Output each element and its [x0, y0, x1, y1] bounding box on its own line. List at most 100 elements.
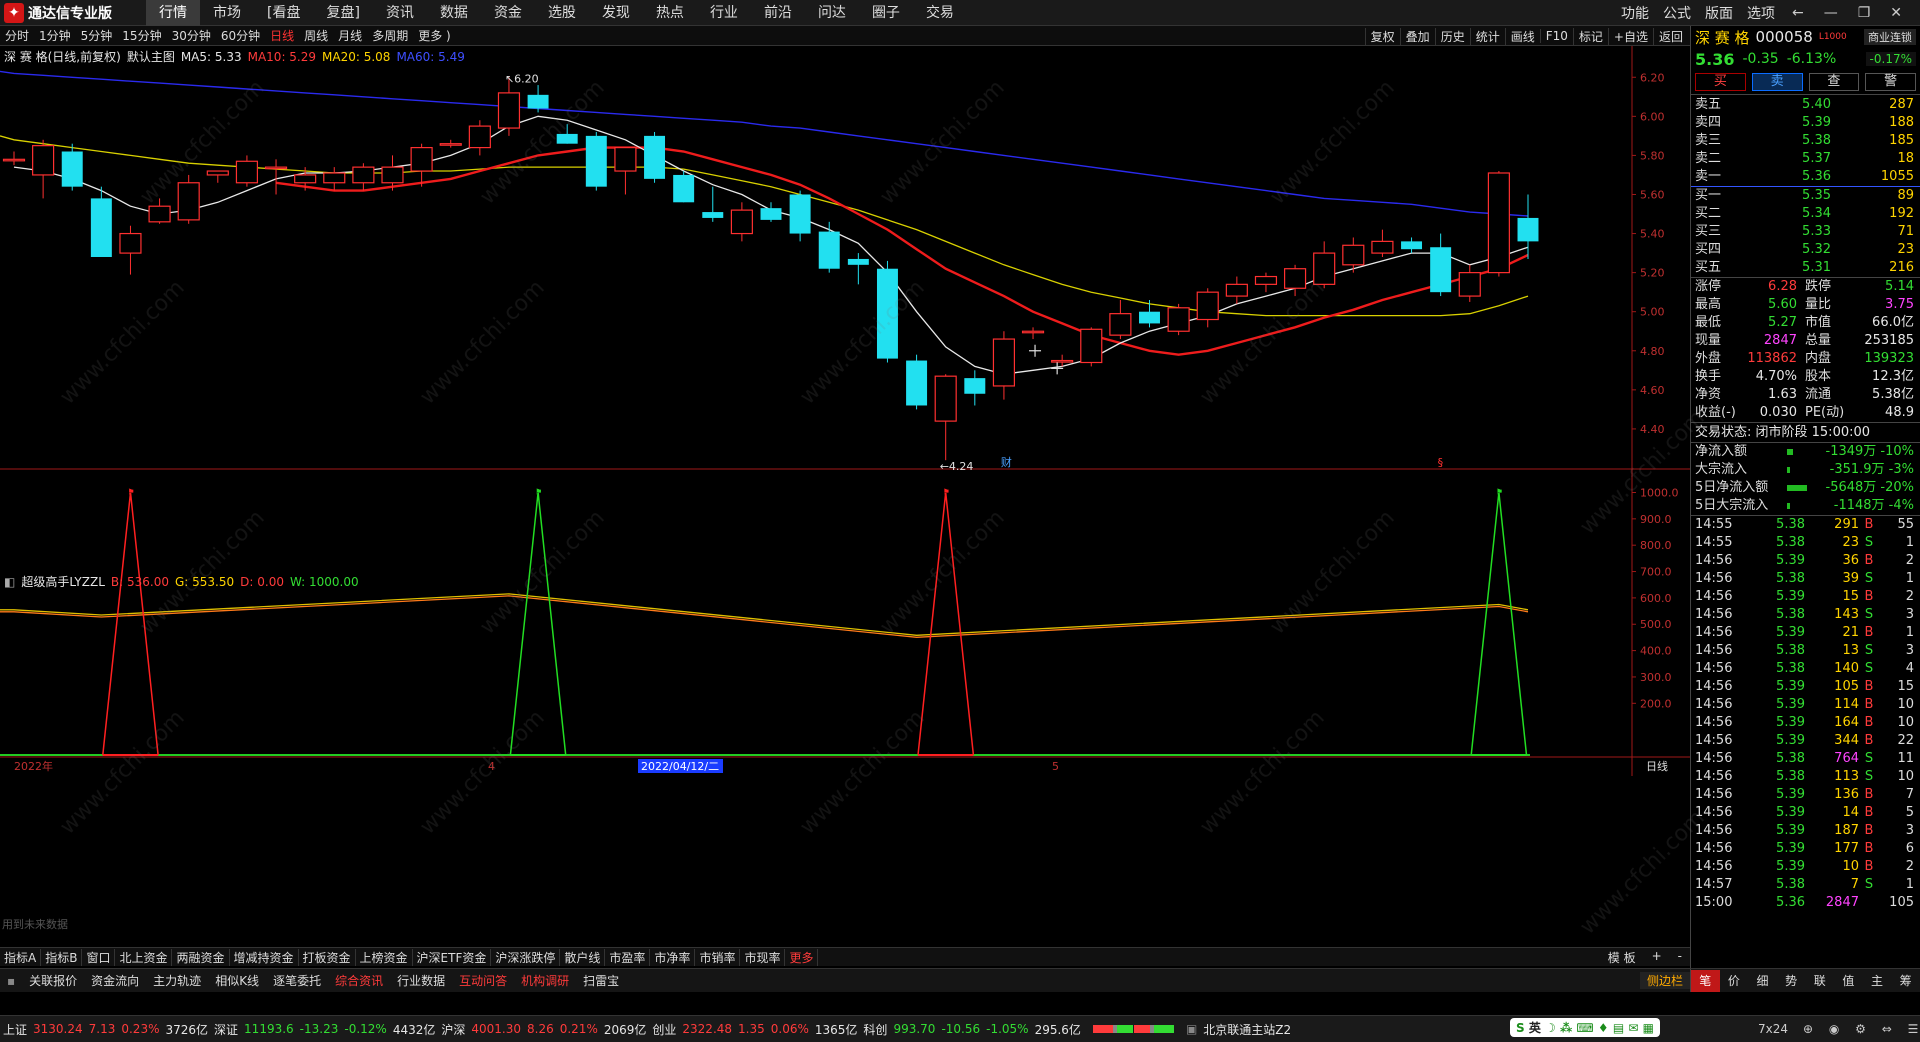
- period-tab-9[interactable]: 多周期: [367, 27, 413, 44]
- panel-toggle-icon[interactable]: ▪: [0, 974, 22, 988]
- indicator-tab-13[interactable]: 市销率: [695, 948, 741, 966]
- period-tab-6[interactable]: 日线: [265, 27, 299, 44]
- menu-item-13[interactable]: 圈子: [859, 0, 913, 26]
- buy-button[interactable]: 买: [1695, 73, 1746, 91]
- quote-tab-1[interactable]: 价: [1720, 970, 1749, 992]
- indicator-tool-1[interactable]: +: [1644, 949, 1670, 966]
- indicator-tab-12[interactable]: 市净率: [650, 948, 696, 966]
- ask-row[interactable]: 卖一 5.36 1055: [1691, 168, 1920, 186]
- info-tab-9[interactable]: 扫雷宝: [576, 972, 626, 989]
- info-tab-3[interactable]: 相似K线: [208, 972, 266, 989]
- info-tab-1[interactable]: 资金流向: [84, 972, 146, 989]
- sector-badge[interactable]: 商业连锁: [1864, 29, 1916, 45]
- kc-label[interactable]: 科创: [860, 1021, 890, 1038]
- menu-item-10[interactable]: 行业: [697, 0, 751, 26]
- period-tab-7[interactable]: 周线: [299, 27, 333, 44]
- info-tab-5[interactable]: 综合资讯: [328, 972, 390, 989]
- chart-tool-1[interactable]: 叠加: [1399, 27, 1435, 45]
- menu-item-7[interactable]: 选股: [535, 0, 589, 26]
- bid-row[interactable]: 买四 5.32 23: [1691, 241, 1920, 259]
- quote-tab-7[interactable]: 筹: [1891, 970, 1920, 992]
- quote-tab-5[interactable]: 值: [1834, 970, 1863, 992]
- quote-tab-4[interactable]: 联: [1806, 970, 1835, 992]
- indicator-tab-11[interactable]: 市盈率: [605, 948, 651, 966]
- bid-row[interactable]: 买二 5.34 192: [1691, 205, 1920, 223]
- alert-button[interactable]: 警: [1865, 73, 1916, 91]
- menu-item-1[interactable]: 市场: [200, 0, 254, 26]
- info-tab-0[interactable]: 关联报价: [22, 972, 84, 989]
- flow-row[interactable]: 净流入额 -1349万 -10%: [1691, 443, 1920, 461]
- indicator-tab-1[interactable]: 指标B: [41, 948, 83, 966]
- ask-row[interactable]: 卖三 5.38 185: [1691, 132, 1920, 150]
- indicator-tab-15[interactable]: 更多: [785, 948, 819, 966]
- flow-row[interactable]: 大宗流入 -351.9万 -3%: [1691, 461, 1920, 479]
- chart-tool-0[interactable]: 复权: [1364, 27, 1400, 45]
- indicator-tab-3[interactable]: 北上资金: [115, 948, 173, 966]
- sell-button[interactable]: 卖: [1751, 73, 1803, 91]
- bid-row[interactable]: 买三 5.33 71: [1691, 223, 1920, 241]
- chart-tool-7[interactable]: +自选: [1607, 27, 1653, 45]
- indicator-tool-2[interactable]: -: [1670, 949, 1690, 966]
- sidebar-toggle[interactable]: 侧边栏: [1639, 972, 1690, 989]
- ask-row[interactable]: 卖五 5.40 287: [1691, 96, 1920, 114]
- bid-row[interactable]: 买五 5.31 216: [1691, 259, 1920, 277]
- query-button[interactable]: 查: [1808, 73, 1860, 91]
- period-tab-0[interactable]: 分时: [0, 27, 34, 44]
- sh-label[interactable]: 上证: [0, 1021, 30, 1038]
- indicator-tool-0[interactable]: 模 板: [1600, 949, 1644, 966]
- menu-item-9[interactable]: 热点: [643, 0, 697, 26]
- menu-layout[interactable]: 版面: [1698, 3, 1740, 23]
- quote-tab-2[interactable]: 细: [1748, 970, 1777, 992]
- chart-tool-2[interactable]: 历史: [1434, 27, 1470, 45]
- menu-formula[interactable]: 公式: [1656, 3, 1698, 23]
- indicator-tab-6[interactable]: 打板资金: [299, 948, 356, 966]
- info-tab-8[interactable]: 机构调研: [514, 972, 576, 989]
- restore-icon[interactable]: ❐: [1848, 5, 1881, 21]
- indicator-tab-0[interactable]: 指标A: [0, 948, 42, 966]
- period-tab-1[interactable]: 1分钟: [34, 27, 76, 44]
- menu-item-6[interactable]: 资金: [481, 0, 535, 26]
- indicator-tab-9[interactable]: 沪深涨跌停: [491, 948, 561, 966]
- indicator-tab-5[interactable]: 增减持资金: [230, 948, 299, 966]
- indicator-tab-8[interactable]: 沪深ETF资金: [413, 948, 492, 966]
- ask-row[interactable]: 卖二 5.37 18: [1691, 150, 1920, 168]
- flow-row[interactable]: 5日净流入额 -5648万 -20%: [1691, 479, 1920, 497]
- ask-row[interactable]: 卖四 5.39 188: [1691, 114, 1920, 132]
- menu-item-5[interactable]: 数据: [427, 0, 481, 26]
- indicator-tab-7[interactable]: 上榜资金: [356, 948, 413, 966]
- bid-row[interactable]: 买一 5.35 89: [1691, 187, 1920, 205]
- quote-tab-6[interactable]: 主: [1863, 970, 1892, 992]
- period-tab-4[interactable]: 30分钟: [167, 27, 216, 44]
- cy-label[interactable]: 创业: [649, 1021, 679, 1038]
- indicator-tab-2[interactable]: 窗口: [82, 948, 116, 966]
- period-tab-2[interactable]: 5分钟: [76, 27, 118, 44]
- menu-item-3[interactable]: 复盘]: [313, 0, 372, 26]
- chart-tool-5[interactable]: F10: [1539, 29, 1573, 43]
- info-tab-2[interactable]: 主力轨迹: [146, 972, 208, 989]
- news-clock[interactable]: 7x24: [1755, 1022, 1791, 1036]
- chart-tool-3[interactable]: 统计: [1469, 27, 1505, 45]
- minimize-icon[interactable]: —: [1814, 5, 1848, 21]
- menu-function[interactable]: 功能: [1614, 3, 1656, 23]
- period-tab-8[interactable]: 月线: [333, 27, 367, 44]
- menu-item-8[interactable]: 发现: [589, 0, 643, 26]
- period-tab-10[interactable]: 更多 ): [413, 27, 456, 44]
- indicator-tab-10[interactable]: 散户线: [560, 948, 606, 966]
- menu-options[interactable]: 选项: [1740, 3, 1782, 23]
- info-tab-4[interactable]: 逐笔委托: [266, 972, 328, 989]
- quote-tab-3[interactable]: 势: [1777, 970, 1806, 992]
- chart-tool-6[interactable]: 标记: [1572, 27, 1608, 45]
- quote-tab-0[interactable]: 笔: [1691, 969, 1720, 992]
- indicator-tab-4[interactable]: 两融资金: [172, 948, 230, 966]
- close-icon[interactable]: ✕: [1880, 5, 1912, 21]
- info-tab-6[interactable]: 行业数据: [390, 972, 452, 989]
- menu-item-0[interactable]: 行情: [146, 0, 200, 26]
- menu-item-11[interactable]: 前沿: [751, 0, 805, 26]
- menu-item-4[interactable]: 资讯: [373, 0, 427, 26]
- flow-row[interactable]: 5日大宗流入 -1148万 -4%: [1691, 497, 1920, 515]
- chart-tool-8[interactable]: 返回: [1652, 27, 1688, 45]
- chart-tool-4[interactable]: 画线: [1504, 27, 1540, 45]
- hs-label[interactable]: 沪深: [438, 1021, 468, 1038]
- status-icons[interactable]: ⊕ ◉ ⚙ ⇔ ☰: [1800, 1022, 1920, 1036]
- kline-chart[interactable]: 6.20 6.00 5.80 5.60 5.40 5.20 5.00 4.80 4.60 4.40…: [0, 46, 1690, 946]
